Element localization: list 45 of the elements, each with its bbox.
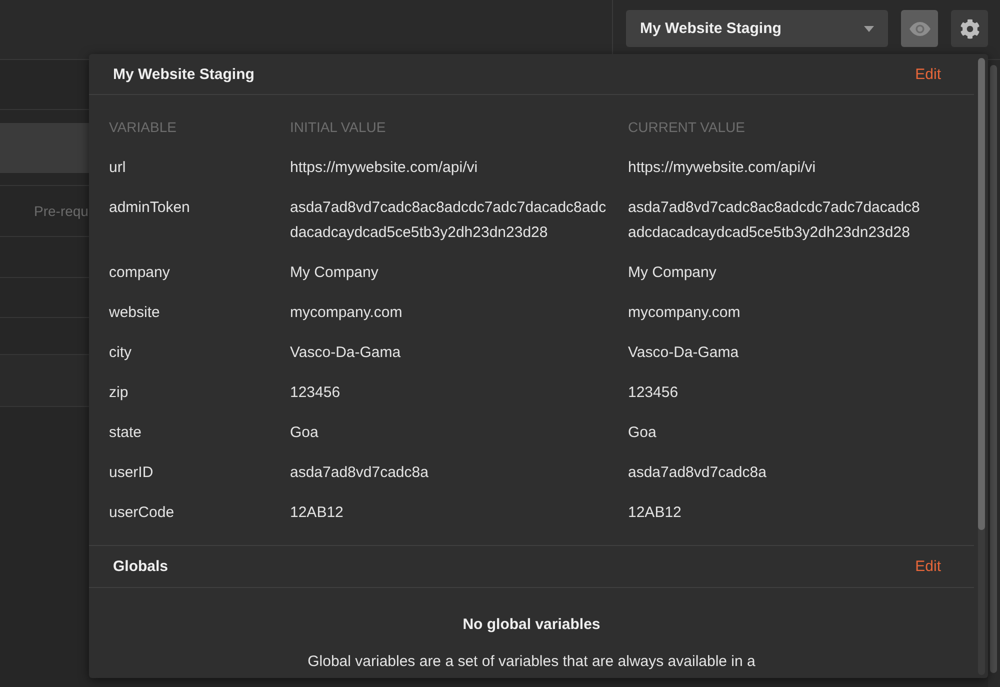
edit-link[interactable]: Edit bbox=[915, 66, 941, 82]
variable-name: userCode bbox=[109, 502, 174, 522]
variable-name: adminToken bbox=[109, 198, 190, 218]
initial-value: 12AB12 bbox=[290, 502, 344, 522]
settings-icon bbox=[960, 18, 980, 38]
eye-icon bbox=[908, 22, 930, 36]
initial-value: My Company bbox=[290, 262, 378, 282]
current-value: 12AB12 bbox=[628, 502, 682, 522]
scrollbar-thumb[interactable] bbox=[990, 65, 997, 673]
variable-name: company bbox=[109, 262, 170, 282]
column-header: VARIABLE bbox=[109, 118, 176, 136]
current-value: mycompany.com bbox=[628, 302, 740, 322]
initial-value: Vasco-Da-Gama bbox=[290, 342, 401, 362]
current-value: https://mywebsite.com/api/vi bbox=[628, 158, 816, 178]
edit-link[interactable]: Edit bbox=[915, 558, 941, 575]
initial-value: Goa bbox=[290, 422, 318, 442]
column-header: INITIAL VALUE bbox=[290, 118, 386, 136]
caret-icon bbox=[864, 26, 874, 32]
empty-state-title: No global variables bbox=[462, 615, 600, 635]
variable-name: city bbox=[109, 342, 132, 362]
current-value: asda7ad8vd7cadc8a bbox=[628, 462, 766, 482]
settings-button[interactable] bbox=[951, 10, 988, 47]
globals-title: Globals bbox=[113, 558, 168, 575]
initial-value: asda7ad8vd7cadc8a bbox=[290, 462, 428, 482]
variable-name: state bbox=[109, 422, 142, 442]
initial-value: asda7ad8vd7cadc8ac8adcdc7adc7dacadc8adcdacadcaydcad5ce5tb3y2dh23dn23d28 bbox=[290, 198, 608, 242]
initial-value: 123456 bbox=[290, 382, 340, 402]
environment-dropdown[interactable]: My Website Staging bbox=[626, 10, 888, 47]
quick-look-button[interactable] bbox=[901, 10, 938, 47]
current-value: 123456 bbox=[628, 382, 678, 402]
scrollbar-thumb[interactable] bbox=[978, 58, 985, 530]
column-header: CURRENT VALUE bbox=[628, 118, 745, 136]
variable-name: website bbox=[109, 302, 160, 322]
variable-name: userID bbox=[109, 462, 154, 482]
variable-name: zip bbox=[109, 382, 128, 402]
environment-title: My Website Staging bbox=[113, 66, 254, 82]
initial-value: mycompany.com bbox=[290, 302, 402, 322]
empty-state-text: Global variables are a set of variables that are always available in a bbox=[308, 652, 756, 672]
current-value: Vasco-Da-Gama bbox=[628, 342, 739, 362]
current-value: Goa bbox=[628, 422, 656, 442]
variable-name: url bbox=[109, 158, 126, 178]
current-value: asda7ad8vd7cadc8ac8adcdc7adc7dacadc8adcdacadcaydcad5ce5tb3y2dh23dn23d28 bbox=[628, 198, 921, 242]
current-value: My Company bbox=[628, 262, 716, 282]
initial-value: https://mywebsite.com/api/vi bbox=[290, 158, 478, 178]
request-tab[interactable]: Pre-requ bbox=[34, 203, 88, 219]
